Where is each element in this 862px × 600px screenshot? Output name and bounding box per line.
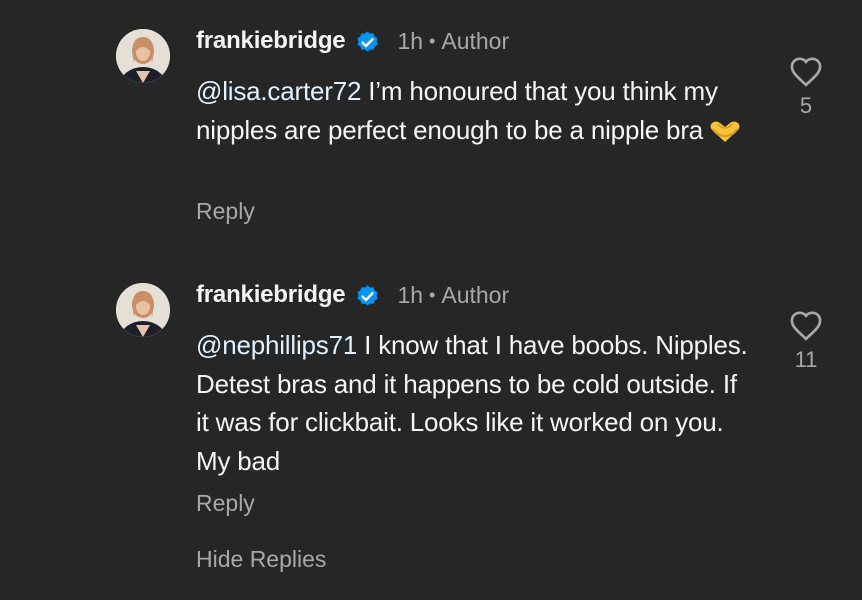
username[interactable]: frankiebridge bbox=[196, 27, 346, 55]
reply-button[interactable]: Reply bbox=[196, 490, 255, 517]
avatar-image bbox=[116, 29, 170, 83]
verified-badge-icon bbox=[354, 282, 381, 309]
mention-link[interactable]: @nephillips71 bbox=[196, 330, 357, 360]
separator-dot: • bbox=[429, 30, 436, 51]
author-label: Author bbox=[441, 281, 510, 308]
heart-outline-icon[interactable] bbox=[789, 56, 823, 87]
like-count: 11 bbox=[794, 347, 818, 372]
like-column: 11 bbox=[780, 310, 832, 373]
comment-text: @lisa.carter72 I’m honoured that you thi… bbox=[196, 72, 756, 154]
like-column: 5 bbox=[780, 56, 832, 119]
comment-text: @nephillips71 I know that I have boobs. … bbox=[196, 326, 756, 480]
comment-header: frankiebridge 1h • Author bbox=[196, 280, 509, 310]
hide-replies-button[interactable]: Hide Replies bbox=[196, 546, 326, 573]
timestamp: 1h bbox=[397, 27, 424, 54]
comment-header: frankiebridge 1h • Author bbox=[196, 26, 509, 56]
username[interactable]: frankiebridge bbox=[196, 281, 346, 309]
avatar[interactable] bbox=[116, 29, 170, 83]
like-count: 5 bbox=[799, 93, 813, 118]
separator-dot: • bbox=[429, 284, 436, 305]
comment-thread: frankiebridge 1h • Author @lisa.carter72… bbox=[0, 0, 862, 600]
reply-button[interactable]: Reply bbox=[196, 198, 255, 225]
avatar-image bbox=[116, 283, 170, 337]
heart-outline-icon[interactable] bbox=[789, 310, 823, 341]
author-label: Author bbox=[441, 27, 510, 54]
verified-badge-icon bbox=[354, 28, 381, 55]
timestamp: 1h bbox=[397, 281, 424, 308]
mention-link[interactable]: @lisa.carter72 bbox=[196, 76, 361, 106]
heart-hands-emoji-icon bbox=[709, 116, 741, 155]
avatar[interactable] bbox=[116, 283, 170, 337]
